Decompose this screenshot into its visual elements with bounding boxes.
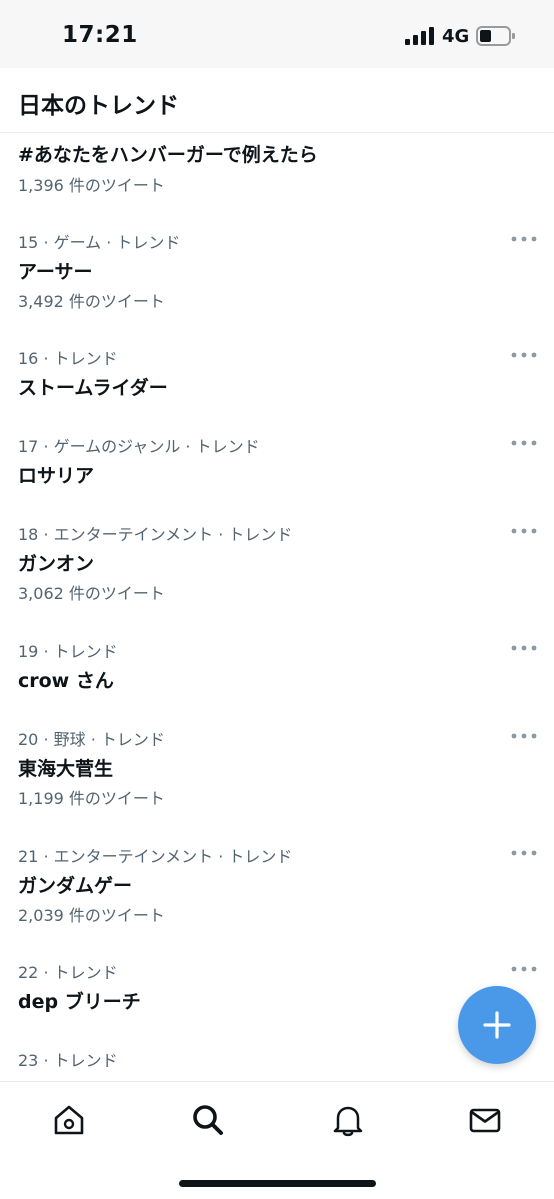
trend-name: #あなたをハンバーガーで例えたら	[18, 144, 318, 166]
battery-icon	[476, 26, 515, 46]
more-horizontal-icon[interactable]	[510, 231, 538, 247]
status-bar: 17:21 4G	[0, 0, 554, 68]
trend-name: アーサー	[18, 261, 93, 283]
trend-meta: 16 · トレンド	[18, 349, 118, 368]
trend-name: ストームライダー	[18, 377, 168, 399]
trend-meta: 18 · エンターテインメント · トレンド	[18, 525, 293, 544]
trend-meta: 22 · トレンド	[18, 963, 118, 982]
home-icon[interactable]	[51, 1102, 87, 1138]
more-horizontal-icon[interactable]	[510, 845, 538, 861]
compose-button[interactable]	[458, 986, 536, 1064]
trend-tweet-count: 1,199 件のツイート	[18, 789, 165, 808]
trend-name: crow さん	[18, 670, 114, 692]
more-horizontal-icon[interactable]	[510, 347, 538, 363]
status-time: 17:21	[62, 22, 138, 48]
plus-icon	[483, 1011, 511, 1039]
trend-meta: 19 · トレンド	[18, 642, 118, 661]
signal-icon	[405, 27, 434, 45]
trend-name: dep ブリーチ	[18, 991, 141, 1013]
bell-icon[interactable]	[330, 1102, 366, 1138]
more-horizontal-icon[interactable]	[510, 728, 538, 744]
more-horizontal-icon[interactable]	[510, 640, 538, 656]
trend-tweet-count: 3,492 件のツイート	[18, 292, 165, 311]
page-title: 日本のトレンド	[18, 93, 179, 119]
search-icon[interactable]	[190, 1102, 226, 1138]
trend-tweet-count: 1,396 件のツイート	[18, 176, 165, 195]
trend-name: 東海大菅生	[18, 758, 114, 780]
screen: 17:21 4G 日本のトレンド #あなたをハンバーガーで例えたら 1,396 …	[0, 0, 554, 1199]
trend-name: ガンオン	[18, 553, 95, 575]
mail-icon[interactable]	[467, 1102, 503, 1138]
home-indicator	[179, 1180, 376, 1187]
trend-tweet-count: 2,039 件のツイート	[18, 906, 165, 925]
more-horizontal-icon[interactable]	[510, 435, 538, 451]
bottom-tab-bar	[0, 1081, 554, 1199]
trend-meta: 17 · ゲームのジャンル · トレンド	[18, 437, 260, 456]
network-label: 4G	[442, 26, 470, 47]
trend-meta: 23 · トレンド	[18, 1051, 118, 1070]
trend-meta: 21 · エンターテインメント · トレンド	[18, 847, 293, 866]
more-horizontal-icon[interactable]	[510, 523, 538, 539]
more-horizontal-icon[interactable]	[510, 961, 538, 977]
trend-meta: 20 · 野球 · トレンド	[18, 730, 165, 749]
trend-name: ロサリア	[18, 465, 95, 487]
trend-name: ガンダムゲー	[18, 875, 133, 897]
page-header: 日本のトレンド	[0, 68, 554, 133]
trend-meta: 15 · ゲーム · トレンド	[18, 233, 181, 252]
trend-tweet-count: 3,062 件のツイート	[18, 584, 165, 603]
